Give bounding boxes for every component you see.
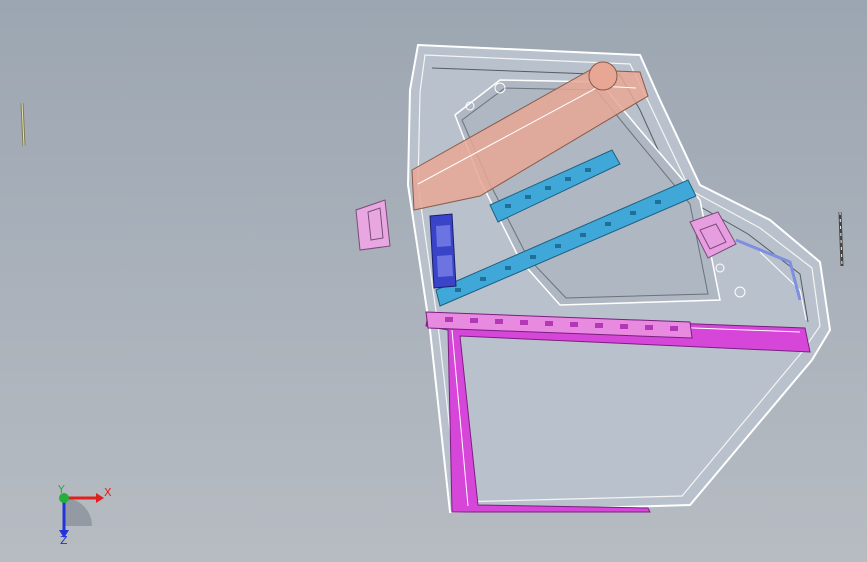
x-axis-label: X: [104, 486, 112, 499]
seal-strip-left[interactable]: [20, 102, 26, 147]
cad-viewport[interactable]: X Y Z: [0, 0, 867, 562]
z-axis-label: Z: [60, 534, 68, 547]
y-axis-label: Y: [57, 483, 65, 496]
axis-triad[interactable]: X Y Z: [57, 483, 112, 547]
seal-strip-right[interactable]: [838, 211, 844, 267]
mirror-bracket[interactable]: [355, 199, 391, 251]
cad-model-canvas[interactable]: X Y Z: [0, 0, 867, 562]
axis-triad-shadow: [64, 498, 92, 526]
x-axis-arrowhead: [96, 493, 104, 503]
hinge-reinforcement[interactable]: [429, 213, 457, 289]
